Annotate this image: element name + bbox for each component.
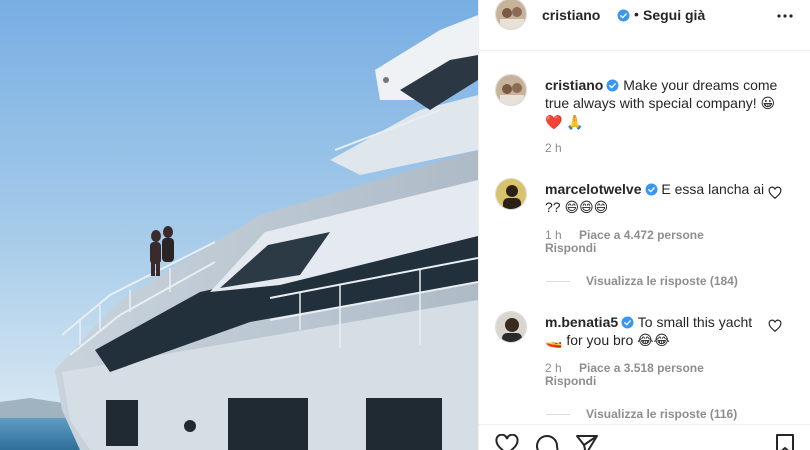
comment-avatar[interactable]	[495, 178, 527, 210]
comment: marcelotwelve E essa lancha ai ?? 😄😄😄	[545, 180, 765, 217]
verified-icon	[617, 9, 630, 22]
comment-likes[interactable]: Piace a 3.518 persone	[579, 361, 704, 375]
caption-username[interactable]: cristiano	[545, 77, 603, 93]
share-icon[interactable]	[575, 434, 599, 450]
post-sidebar: cristiano • Segui già cristiano Make you…	[478, 0, 810, 450]
verified-icon	[621, 316, 634, 329]
smile-emoji: 😀	[760, 96, 776, 112]
more-options-icon[interactable]	[777, 8, 793, 24]
view-replies-button[interactable]: Visualizza le risposte (116)	[546, 407, 737, 421]
heart-icon[interactable]	[768, 319, 782, 333]
author-avatar[interactable]	[495, 0, 527, 30]
reply-button[interactable]: Rispondi	[545, 241, 596, 255]
heart-emoji: ❤️	[545, 115, 563, 131]
post-header: cristiano • Segui già	[479, 0, 810, 34]
comment-time: 2 h	[545, 361, 562, 375]
comment-icon[interactable]	[535, 434, 559, 450]
comment-avatar[interactable]	[495, 311, 527, 343]
view-replies-label: Visualizza le risposte (184)	[586, 274, 738, 288]
comment-text: To small this yacht	[637, 314, 753, 330]
replies-line	[546, 281, 570, 283]
verified-icon	[606, 79, 619, 92]
avatar-image	[496, 0, 526, 29]
verified-icon	[645, 183, 657, 196]
comment-avatar-image	[496, 179, 526, 209]
comment: m.benatia5 To small this yacht 🚤 for you…	[545, 313, 765, 350]
comment-username[interactable]: m.benatia5	[545, 314, 618, 330]
header-divider	[479, 50, 810, 51]
view-replies-button[interactable]: Visualizza le risposte (184)	[546, 274, 738, 288]
comment-emojis: 😂😂	[637, 333, 670, 349]
comment-likes[interactable]: Piace a 4.472 persone	[579, 228, 704, 242]
reply-button[interactable]: Rispondi	[545, 374, 596, 388]
comment-username[interactable]: marcelotwelve	[545, 181, 642, 197]
header-separator: •	[634, 6, 639, 22]
pray-emoji: 🙏	[566, 115, 584, 131]
post-photo[interactable]	[0, 0, 478, 450]
author-username[interactable]: cristiano	[542, 7, 600, 23]
comment-emojis: 😄😄😄	[564, 200, 609, 216]
yacht-image	[0, 0, 478, 450]
follow-status-button[interactable]: Segui già	[643, 7, 705, 23]
heart-icon[interactable]	[495, 434, 519, 450]
caption-time: 2 h	[545, 141, 562, 155]
bookmark-icon[interactable]	[775, 434, 795, 450]
comment-time: 1 h	[545, 228, 562, 242]
action-bar	[479, 425, 810, 450]
comment-text-2: for you bro	[566, 332, 634, 348]
caption: cristiano Make your dreams come true alw…	[545, 76, 795, 132]
instagram-post: cristiano • Segui già cristiano Make you…	[0, 0, 810, 450]
replies-line	[546, 414, 570, 416]
comment-avatar-image	[496, 312, 526, 342]
view-replies-label: Visualizza le risposte (116)	[586, 407, 738, 421]
heart-icon[interactable]	[768, 186, 782, 200]
boat-emoji: 🚤	[545, 333, 563, 349]
caption-avatar[interactable]	[495, 74, 527, 106]
caption-avatar-image	[496, 75, 526, 105]
